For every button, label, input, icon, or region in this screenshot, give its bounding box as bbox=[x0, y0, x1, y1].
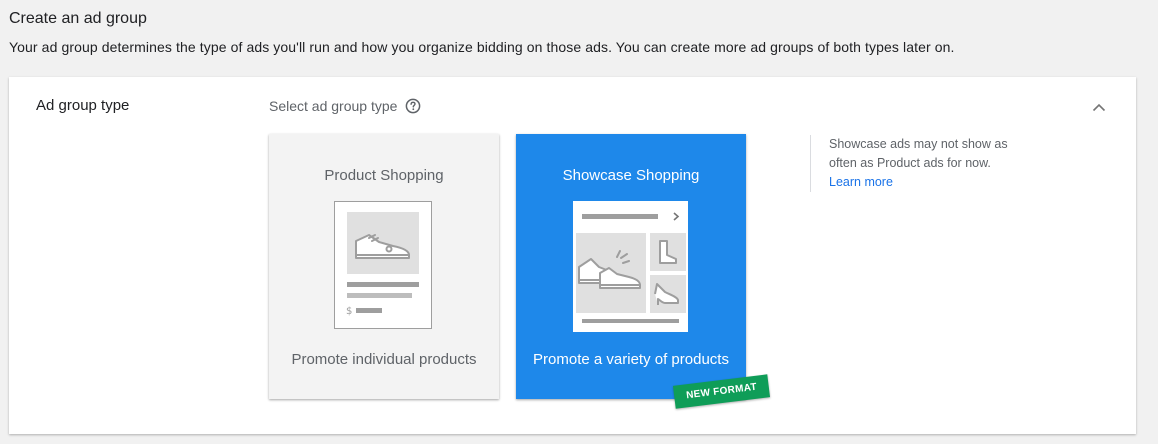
section-label: Ad group type bbox=[36, 97, 130, 114]
learn-more-link[interactable]: Learn more bbox=[829, 173, 893, 192]
showcase-shopping-card[interactable]: Showcase Shopping Promote a variety of p… bbox=[516, 134, 746, 399]
showcase-note-text: Showcase ads may not show as often as Pr… bbox=[829, 137, 1008, 170]
chevron-up-icon[interactable] bbox=[1090, 99, 1108, 117]
showcase-note: Showcase ads may not show as often as Pr… bbox=[810, 135, 1034, 192]
help-icon[interactable] bbox=[405, 98, 421, 114]
product-ad-illustration: $ bbox=[334, 201, 432, 329]
ad-group-type-panel: Ad group type Select ad group type Produ… bbox=[9, 77, 1136, 434]
product-shopping-caption: Promote individual products bbox=[291, 351, 477, 368]
page-subtitle: Your ad group determines the type of ads… bbox=[9, 39, 955, 55]
showcase-shopping-title: Showcase Shopping bbox=[562, 167, 700, 184]
showcase-shopping-caption: Promote a variety of products bbox=[533, 351, 729, 368]
page-title: Create an ad group bbox=[9, 10, 147, 27]
chevron-right-icon bbox=[673, 212, 680, 221]
select-ad-group-type-label: Select ad group type bbox=[269, 98, 421, 114]
select-label-text: Select ad group type bbox=[269, 98, 398, 114]
showcase-ad-illustration bbox=[573, 201, 688, 332]
svg-text:$: $ bbox=[346, 306, 352, 317]
product-shopping-title: Product Shopping bbox=[324, 167, 444, 184]
product-shopping-card[interactable]: Product Shopping $ Promote individual pr… bbox=[269, 134, 499, 399]
